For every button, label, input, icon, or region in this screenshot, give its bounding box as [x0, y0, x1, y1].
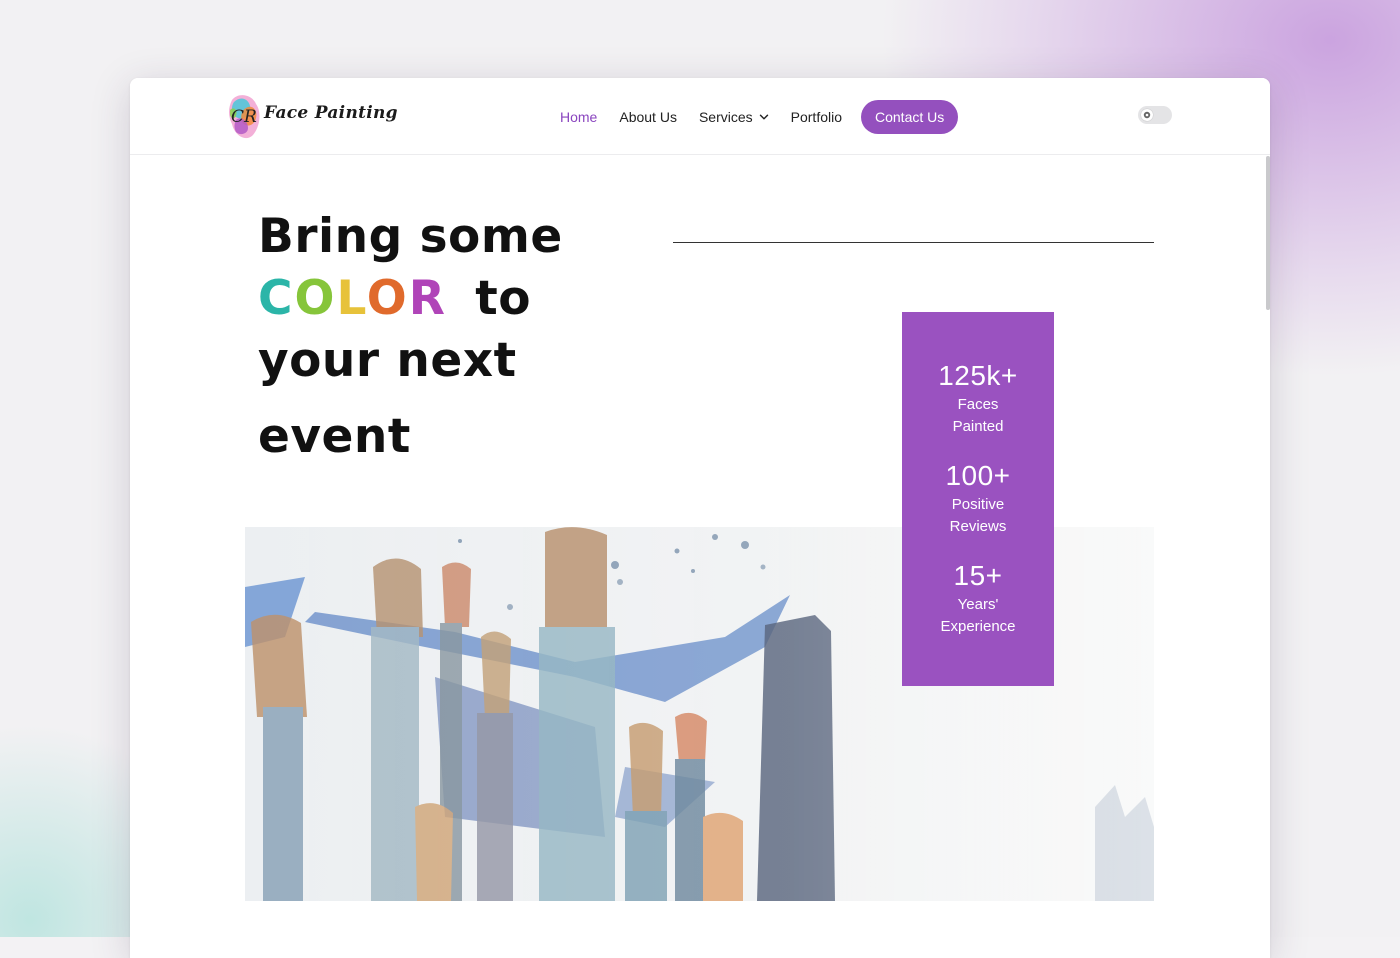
browser-window: CR Face Painting Home About Us Services … [130, 78, 1270, 958]
contact-us-button[interactable]: Contact Us [861, 100, 959, 134]
stat-label-line-2: Reviews [949, 518, 1007, 535]
nav-home[interactable]: Home [560, 109, 597, 125]
divider-line [673, 242, 1154, 243]
toggle-knob [1141, 109, 1153, 121]
stats-panel: 125k+ Faces Painted 100+ Positive Review… [902, 312, 1054, 686]
stat-positive-reviews: 100+ Positive Reviews [902, 460, 1054, 538]
logo-mark-icon: CR [229, 95, 260, 139]
stat-faces-painted: 125k+ Faces Painted [902, 360, 1054, 438]
nav-services-label: Services [698, 109, 753, 125]
nav-portfolio[interactable]: Portfolio [791, 109, 842, 125]
color-letter-l: L [336, 271, 367, 326]
stat-label-line-2: Painted [952, 418, 1004, 435]
stat-years-experience: 15+ Years' Experience [902, 560, 1054, 638]
color-letter-r: R [408, 271, 447, 326]
color-word: COLOR [258, 271, 465, 326]
stat-label-line-2: Experience [940, 618, 1016, 635]
nav-about-us[interactable]: About Us [619, 109, 677, 125]
hero-line-1: Bring some [258, 209, 563, 264]
nav-services[interactable]: Services [699, 109, 769, 125]
stat-label-line-1: Positive [951, 496, 1005, 513]
stat-value: 15+ [953, 560, 1003, 591]
stat-value: 100+ [945, 460, 1011, 491]
chevron-down-icon [759, 114, 768, 120]
theme-toggle[interactable] [1138, 106, 1172, 124]
hero-word-to: to [475, 271, 532, 326]
stat-label: Years' Experience [902, 594, 1054, 638]
hero-line-2: COLOR to [258, 268, 588, 330]
stat-label-line-1: Years' [957, 596, 999, 613]
color-letter-c: C [258, 271, 295, 326]
site-header: CR Face Painting Home About Us Services … [130, 78, 1270, 155]
color-letter-o-2: O [366, 271, 409, 326]
hero-heading: Bring some COLOR to your next event [258, 206, 588, 468]
main-nav: Home About Us Services Portfolio Contact… [560, 100, 959, 134]
stat-label: Faces Painted [902, 394, 1054, 438]
gear-icon [1143, 111, 1151, 119]
hero-line-4: event [258, 409, 411, 464]
stat-value: 125k+ [938, 360, 1018, 391]
site-logo[interactable]: CR Face Painting [226, 90, 398, 142]
brand-name: Face Painting [264, 103, 398, 123]
page-scrollbar[interactable] [1266, 156, 1270, 310]
stat-label-line-1: Faces [957, 396, 999, 413]
svg-text:CR: CR [231, 107, 257, 127]
stat-label: Positive Reviews [902, 494, 1054, 538]
color-letter-o: O [294, 271, 337, 326]
hero-line-3: your next [258, 333, 517, 388]
